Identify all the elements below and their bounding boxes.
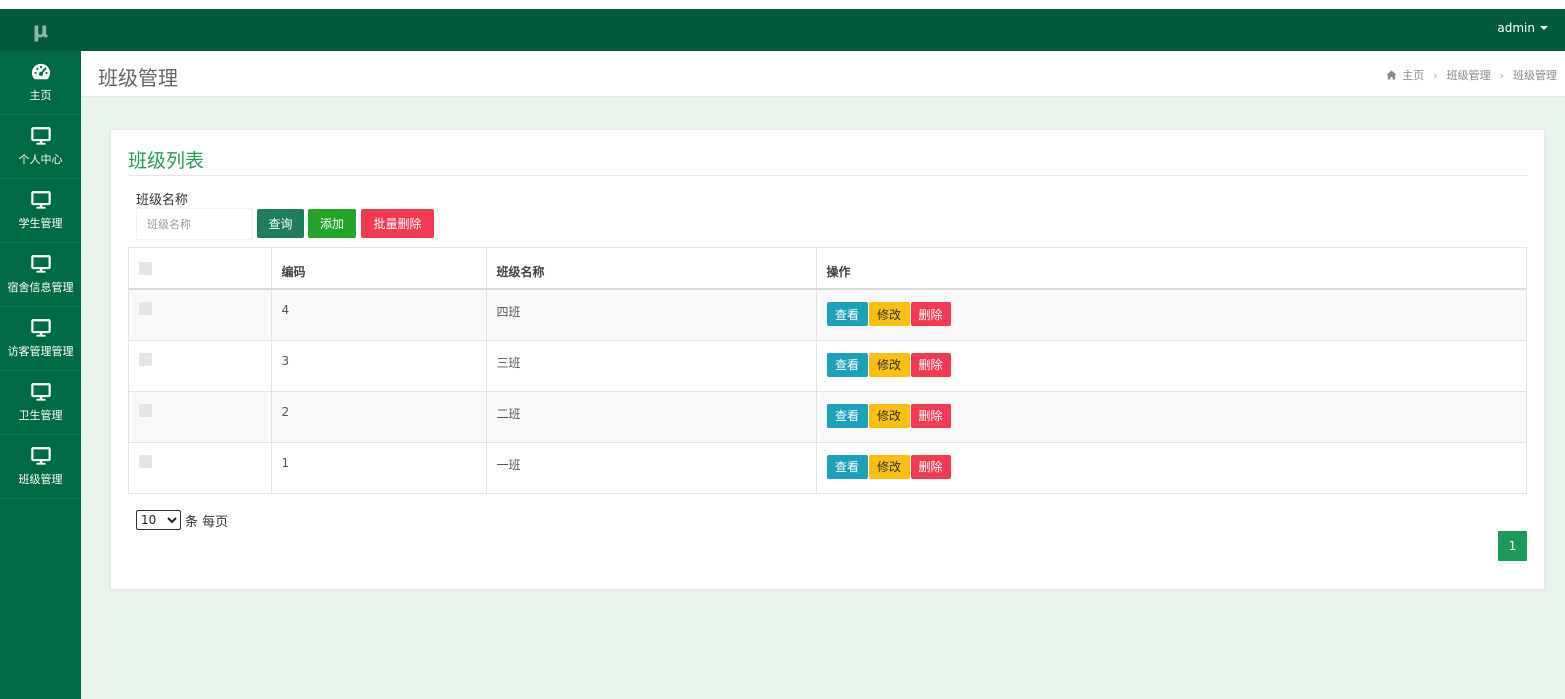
sidebar-item-personal-center[interactable]: 个人中心 xyxy=(0,115,81,179)
card-title: 班级列表 xyxy=(128,150,205,172)
sidebar-item-label: 卫生管理 xyxy=(18,409,63,422)
row-checkbox[interactable] xyxy=(139,352,152,366)
top-strip xyxy=(0,0,1565,9)
sidebar-item-students[interactable]: 学生管理 xyxy=(0,179,81,243)
breadcrumb: 主页 › 班级管理 › 班级管理 xyxy=(1386,67,1557,83)
sidebar-item-label: 宿舍信息管理 xyxy=(7,281,74,294)
class-name-cell: 一班 xyxy=(486,441,817,493)
breadcrumb-separator-icon: › xyxy=(1433,68,1438,82)
sidebar: μ 主页 个人中心 学生管理 宿舍信息管理 访客管理管理 卫生管理 班级管理 xyxy=(0,9,81,699)
sidebar-item-visitors[interactable]: 访客管理管理 xyxy=(0,307,81,371)
top-navbar: admin xyxy=(81,9,1565,51)
row-select-cell xyxy=(129,441,272,493)
edit-button[interactable]: 修改 xyxy=(868,403,910,428)
page-size-select[interactable]: 10 xyxy=(136,510,181,530)
delete-button[interactable]: 删除 xyxy=(910,403,951,428)
search-label: 班级名称 xyxy=(136,193,189,208)
delete-button[interactable]: 删除 xyxy=(910,352,951,377)
page-size-label: 条 每页 xyxy=(185,514,229,530)
column-header-actions: 操作 xyxy=(816,248,1526,290)
code-cell: 4 xyxy=(271,289,487,340)
monitor-icon xyxy=(30,127,51,145)
caret-down-icon xyxy=(1540,26,1548,30)
sidebar-item-home[interactable]: 主页 xyxy=(0,51,81,115)
edit-button[interactable]: 修改 xyxy=(868,352,910,377)
column-header-class-name[interactable]: 班级名称 xyxy=(486,248,817,290)
divider xyxy=(128,175,1527,176)
code-cell: 3 xyxy=(271,339,487,391)
add-button[interactable]: 添加 xyxy=(308,209,356,238)
page-header: 班级管理 主页 › 班级管理 › 班级管理 xyxy=(81,51,1565,97)
sidebar-item-label: 主页 xyxy=(29,89,52,102)
row-checkbox[interactable] xyxy=(139,302,152,315)
sidebar-item-dormitory[interactable]: 宿舍信息管理 xyxy=(0,243,81,307)
breadcrumb-home[interactable]: 主页 xyxy=(1402,67,1424,83)
page-size-control: 10 条 每页 xyxy=(136,510,228,530)
actions-cell: 查看 修改 删除 xyxy=(816,339,1526,391)
sidebar-item-label: 个人中心 xyxy=(18,153,63,166)
logo[interactable]: μ xyxy=(0,9,81,51)
content-area: 班级列表 班级名称 查询 添加 批量删除 编码 班级名称 xyxy=(81,97,1565,699)
monitor-icon xyxy=(30,191,51,209)
table-row: 3 三班 查看 修改 删除 xyxy=(129,339,1526,391)
actions-cell: 查看 修改 删除 xyxy=(816,289,1526,340)
breadcrumb-current: 班级管理 xyxy=(1513,69,1557,82)
monitor-icon xyxy=(30,255,51,273)
row-checkbox[interactable] xyxy=(139,403,152,417)
username: admin xyxy=(1497,21,1535,35)
breadcrumb-separator-icon: › xyxy=(1499,68,1504,82)
sidebar-item-classes[interactable]: 班级管理 xyxy=(0,435,81,499)
actions-cell: 查看 修改 删除 xyxy=(816,390,1526,442)
row-select-cell xyxy=(129,339,272,391)
monitor-icon xyxy=(30,383,51,401)
pagination-page-1[interactable]: 1 xyxy=(1498,531,1527,561)
row-select-cell xyxy=(129,390,272,442)
view-button[interactable]: 查看 xyxy=(826,352,868,377)
edit-button[interactable]: 修改 xyxy=(868,302,910,326)
table-row: 2 二班 查看 修改 删除 xyxy=(129,390,1526,442)
view-button[interactable]: 查看 xyxy=(826,403,868,428)
delete-button[interactable]: 删除 xyxy=(910,302,951,326)
sidebar-item-label: 访客管理管理 xyxy=(7,345,74,358)
class-name-cell: 三班 xyxy=(486,339,817,391)
class-name-search-input[interactable] xyxy=(136,208,253,240)
select-all-checkbox[interactable] xyxy=(139,262,152,275)
view-button[interactable]: 查看 xyxy=(826,302,868,326)
code-cell: 2 xyxy=(271,390,487,442)
row-checkbox[interactable] xyxy=(139,454,152,468)
class-table: 编码 班级名称 操作 4 四班 查看 修改 删除 3 三班 查看 修改 删除 2… xyxy=(128,247,1527,494)
edit-button[interactable]: 修改 xyxy=(868,454,910,479)
sidebar-item-label: 学生管理 xyxy=(18,217,63,230)
code-cell: 1 xyxy=(271,441,487,493)
sidebar-item-label: 班级管理 xyxy=(18,473,63,486)
table-row: 4 四班 查看 修改 删除 xyxy=(129,289,1526,340)
class-name-cell: 二班 xyxy=(486,390,817,442)
home-icon xyxy=(1386,70,1397,80)
actions-cell: 查看 修改 删除 xyxy=(816,441,1526,493)
batch-delete-button[interactable]: 批量删除 xyxy=(361,209,434,238)
class-name-cell: 四班 xyxy=(486,289,817,340)
query-button[interactable]: 查询 xyxy=(257,209,304,238)
delete-button[interactable]: 删除 xyxy=(910,454,951,479)
monitor-icon xyxy=(30,447,51,465)
table-row: 1 一班 查看 修改 删除 xyxy=(129,441,1526,493)
user-menu[interactable]: admin xyxy=(1497,21,1548,35)
monitor-icon xyxy=(30,319,51,337)
sidebar-item-hygiene[interactable]: 卫生管理 xyxy=(0,371,81,435)
table-header-row: 编码 班级名称 操作 xyxy=(129,248,1526,290)
column-header-code[interactable]: 编码 xyxy=(271,248,487,290)
view-button[interactable]: 查看 xyxy=(826,454,868,479)
breadcrumb-section[interactable]: 班级管理 xyxy=(1447,67,1491,83)
class-list-card: 班级列表 班级名称 查询 添加 批量删除 编码 班级名称 xyxy=(111,130,1544,589)
select-all-cell xyxy=(129,248,272,290)
page-title: 班级管理 xyxy=(98,66,178,90)
dashboard-icon xyxy=(31,63,50,80)
row-select-cell xyxy=(129,289,272,340)
